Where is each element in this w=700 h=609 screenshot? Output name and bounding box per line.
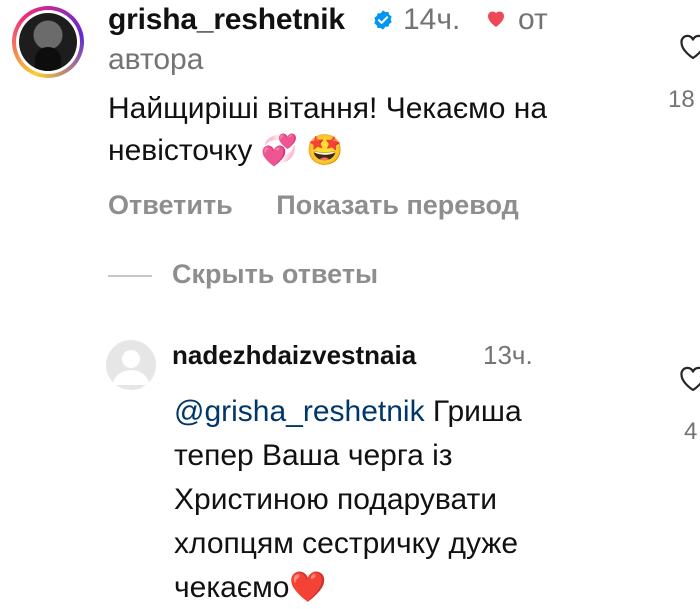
reply-username[interactable]: nadezhdaizvestnaia: [172, 340, 416, 371]
verified-badge-icon: [374, 10, 392, 30]
heart-icon: [488, 11, 504, 27]
comment-text: Найщиріші вітання! Чекаємо на невісточку…: [108, 88, 668, 172]
reply-timestamp[interactable]: 13ч.: [483, 340, 533, 371]
comment-timestamp[interactable]: 14ч.: [403, 3, 460, 37]
hide-replies-button[interactable]: Скрыть ответы: [172, 259, 378, 290]
heart-outline-icon[interactable]: [679, 34, 700, 60]
avatar[interactable]: [106, 340, 156, 390]
avatar[interactable]: [12, 6, 84, 78]
comment-username[interactable]: grisha_reshetnik: [108, 3, 345, 37]
comment-text-line: Найщиріші вітання! Чекаємо на: [108, 92, 548, 125]
like-count: 18: [668, 86, 695, 113]
avatar-photo: [19, 13, 77, 71]
reply-text-line: хлопцям сестричку дуже: [174, 527, 519, 560]
translate-button[interactable]: Показать перевод: [276, 190, 519, 220]
comment-actions: Ответить Показать перевод: [108, 190, 555, 221]
comments-thread: grisha_reshetnik 14ч. от автора Найщиріш…: [0, 0, 700, 609]
from-author-label: от: [518, 3, 548, 36]
avatar-ring-inner: [16, 10, 80, 74]
heart-outline-icon[interactable]: [679, 366, 700, 392]
reply-text-line: Христиною подарувати: [174, 483, 497, 516]
divider: [108, 275, 152, 277]
default-avatar-icon: [113, 350, 149, 385]
comment-text-line: невісточку 💞 🤩: [108, 134, 344, 167]
reply-button[interactable]: Ответить: [108, 190, 233, 220]
reply-text-fragment: Гриша: [424, 395, 522, 428]
reply-text-line: @grisha_reshetnik Гриша: [174, 390, 634, 434]
mention-link[interactable]: @grisha_reshetnik: [174, 395, 425, 428]
reply-text-line: тепер Ваша черга із: [174, 439, 453, 472]
from-author-label-cont: автора: [108, 43, 204, 76]
like-count: 4: [684, 418, 698, 445]
reply-text-line: чекаємо❤️: [174, 571, 327, 604]
reply-text: @grisha_reshetnik Гриша тепер Ваша черга…: [174, 390, 634, 609]
